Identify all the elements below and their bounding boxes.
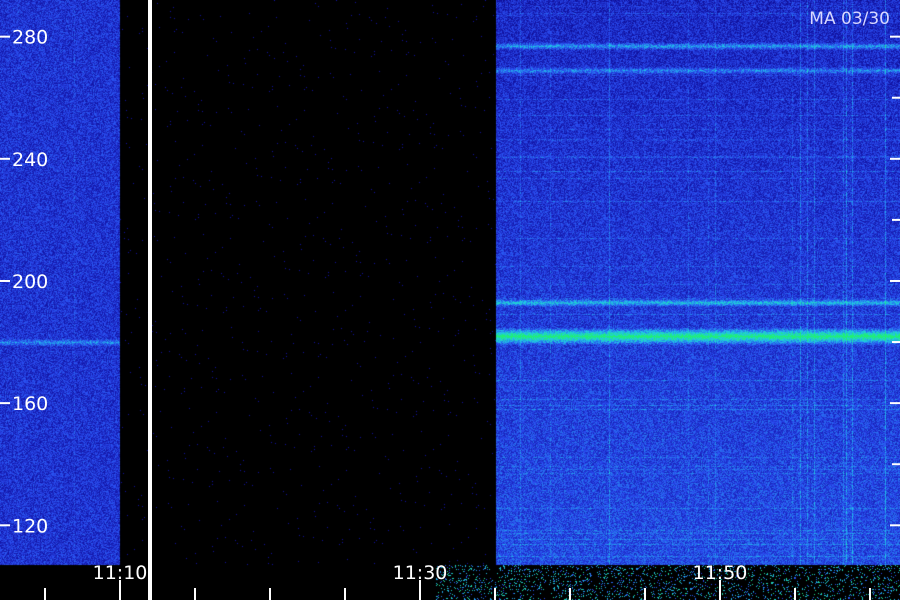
spectrogram-chart: 120 160 200 240 280 11:10 11:30 11:50 MA 03/30 [0,0,900,600]
station-label: MA 03/30 [809,9,890,29]
y-tick-label: 240 [12,149,48,171]
y-tick-label: 280 [12,27,48,49]
x-tick-label: 11:50 [693,562,748,584]
chart-overlay: 120 160 200 240 280 11:10 11:30 11:50 MA 03/30 [0,0,900,600]
x-tick-label: 11:30 [393,562,448,584]
y-tick-label: 200 [12,271,48,293]
y-tick-label: 160 [12,393,48,415]
x-axis: 11:10 11:30 11:50 [44,562,871,600]
y-axis-left: 120 160 200 240 280 [0,27,48,537]
y-axis-right [890,35,900,527]
y-tick-label: 120 [12,515,48,537]
x-tick-label: 11:10 [93,562,148,584]
